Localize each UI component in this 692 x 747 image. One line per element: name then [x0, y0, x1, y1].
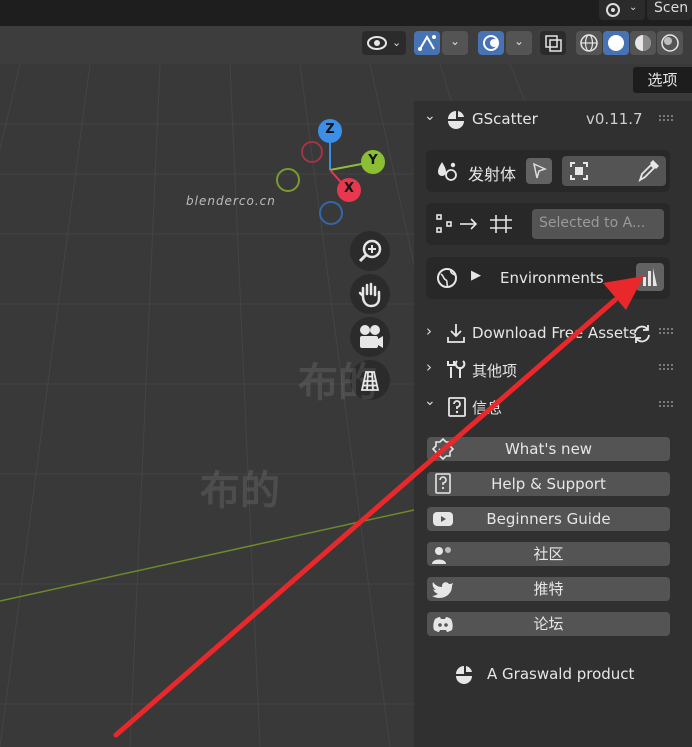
download-icon	[447, 324, 465, 343]
axis-y-label: Y	[368, 153, 378, 168]
environments-panel-button[interactable]	[636, 263, 664, 291]
youtube-icon	[433, 512, 453, 526]
emitter-label: 发射体	[468, 165, 517, 184]
graswald-logo-icon	[456, 666, 472, 684]
gizmo-toggle-button[interactable]	[414, 31, 440, 55]
overlay-toggle-button[interactable]	[478, 31, 504, 55]
chevron-down-icon[interactable]: ⌄	[424, 108, 436, 124]
drag-handle[interactable]	[659, 401, 673, 409]
drag-handle[interactable]	[659, 115, 673, 123]
chevron-right-icon[interactable]: ›	[426, 322, 432, 340]
badge-check-icon	[431, 437, 455, 461]
twitter-label: 推特	[533, 580, 564, 598]
hand-icon	[358, 282, 381, 308]
help-support-button[interactable]: Help & Support	[427, 472, 670, 496]
shading-wireframe-button[interactable]	[576, 31, 602, 55]
xray-icon	[545, 35, 562, 52]
community-label: 社区	[533, 545, 564, 563]
axis-x-handle[interactable]: X	[337, 178, 361, 202]
wireframe-sphere-icon	[580, 34, 598, 52]
help-book-icon	[435, 473, 451, 494]
globe-icon	[437, 268, 457, 288]
axis-z-handle[interactable]: Z	[318, 119, 342, 143]
watermark-big-text: 布的	[200, 468, 280, 514]
xray-toggle-button[interactable]	[540, 31, 566, 55]
scene-icon	[606, 3, 620, 17]
tools-icon	[447, 360, 466, 378]
chevron-down-icon: ⌄	[450, 34, 461, 48]
refresh-icon[interactable]	[630, 322, 654, 346]
expand-triangle-icon[interactable]: ▶	[471, 268, 481, 283]
discord-icon	[433, 617, 453, 632]
watermark-big-text: 布的	[298, 360, 378, 406]
gscatter-logo-icon	[448, 111, 464, 129]
rendered-sphere-icon	[661, 34, 679, 52]
pan-button[interactable]	[350, 274, 390, 314]
shading-material-button[interactable]	[630, 31, 656, 55]
scatter-to-target-icon	[436, 214, 512, 233]
gizmo-icon	[418, 35, 436, 51]
chevron-down-icon: ⌄	[392, 36, 402, 49]
help-support-label: Help & Support	[491, 475, 606, 493]
environments-label: Environments	[500, 269, 604, 287]
info-section-header[interactable]: 信息	[472, 397, 502, 418]
community-button[interactable]: 社区	[427, 542, 670, 566]
chevron-down-icon: ⌄	[514, 34, 525, 48]
axis-z-label: Z	[325, 122, 335, 137]
chevron-down-icon: ⌄	[629, 2, 638, 13]
cursor-arrow-icon	[532, 162, 548, 179]
footer-credit: A Graswald product	[487, 665, 635, 683]
chevron-right-icon[interactable]: ›	[426, 358, 432, 376]
gizmo-dropdown[interactable]: ⌄	[442, 31, 468, 55]
top-header-bar	[0, 0, 692, 26]
bar-panel-icon	[643, 268, 657, 286]
download-assets-header[interactable]: Download Free Assets	[472, 324, 637, 342]
axis-x-label: X	[343, 181, 355, 196]
info-book-icon	[448, 397, 466, 417]
axis-y-handle[interactable]: Y	[361, 150, 385, 174]
community-icon	[432, 547, 451, 564]
shading-solid-button[interactable]	[603, 31, 629, 55]
overlay-icon	[483, 35, 499, 51]
target-selector-field[interactable]: Selected to A...	[532, 209, 664, 239]
emitter-pick-button[interactable]	[526, 158, 552, 184]
other-section-header[interactable]: 其他项	[472, 360, 517, 381]
watermark-text: blenderco.cn	[186, 194, 276, 208]
target-selector-value: Selected to A...	[539, 215, 646, 231]
drag-handle[interactable]	[659, 328, 673, 336]
chevron-down-icon[interactable]: ⌄	[424, 393, 436, 409]
solid-sphere-icon	[608, 35, 624, 51]
scene-name-field[interactable]: Scen	[647, 0, 692, 20]
eye-icon	[367, 36, 387, 50]
sidebar-tab-options[interactable]: 选项	[633, 67, 692, 93]
material-sphere-icon	[635, 35, 651, 51]
whats-new-button[interactable]: What's new	[427, 437, 670, 461]
object-select-icon	[570, 162, 588, 180]
magnifier-plus-icon	[358, 239, 382, 263]
beginners-guide-label: Beginners Guide	[486, 510, 611, 528]
zoom-button[interactable]	[350, 231, 390, 271]
drag-handle[interactable]	[659, 364, 673, 372]
emitter-object-field[interactable]	[562, 156, 666, 186]
overlay-dropdown[interactable]: ⌄	[506, 31, 532, 55]
scene-name-label: Scen	[654, 0, 689, 16]
emitter-icon	[438, 162, 457, 181]
forum-button[interactable]: 论坛	[427, 612, 670, 636]
gscatter-title: GScatter	[472, 110, 538, 128]
shading-rendered-button[interactable]	[657, 31, 683, 55]
twitter-icon	[432, 582, 453, 598]
whats-new-label: What's new	[504, 440, 593, 458]
beginners-guide-button[interactable]: Beginners Guide	[427, 507, 670, 531]
gscatter-version: v0.11.7	[586, 110, 643, 128]
twitter-button[interactable]: 推特	[427, 577, 670, 601]
eyedropper-icon[interactable]	[634, 156, 660, 186]
visibility-button[interactable]: ⌄	[362, 31, 406, 55]
forum-label: 论坛	[533, 615, 564, 633]
sidebar-panel	[414, 101, 692, 747]
scene-selector[interactable]: ⌄	[599, 0, 645, 20]
